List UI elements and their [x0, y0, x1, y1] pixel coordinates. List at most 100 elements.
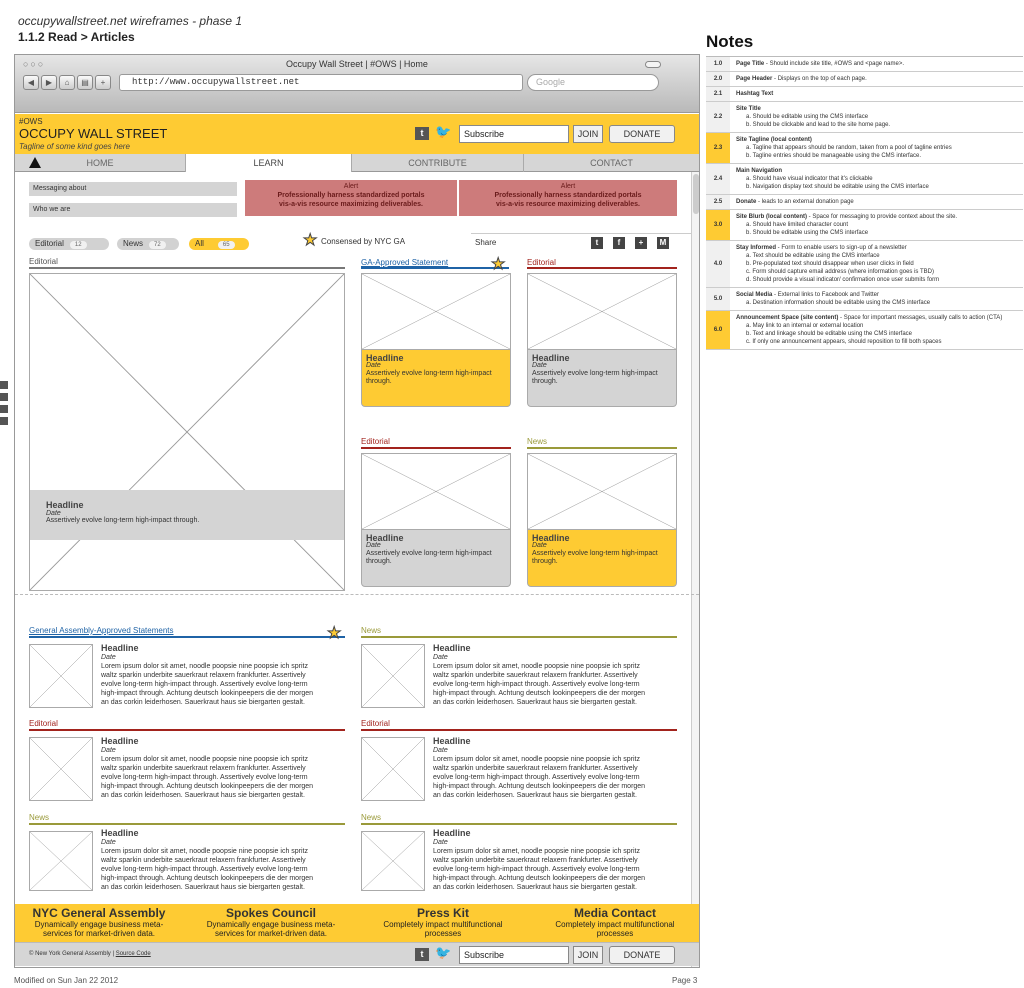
modified-date: Modified on Sun Jan 22 2012	[14, 976, 119, 985]
twitter-bird-icon[interactable]: 🐦	[435, 124, 451, 140]
site-header: #OWS OCCUPY WALL STREET Tagline of some …	[15, 114, 699, 154]
body-line: Lorem ipsum dolor sit amet, noodle poops…	[101, 663, 309, 670]
alert-title: Alert	[560, 183, 576, 190]
delicious-icon[interactable]	[0, 405, 8, 413]
body-line: evolve long-term high-impact through. As…	[101, 866, 308, 873]
image-placeholder[interactable]	[361, 831, 425, 891]
note-desc: - External links to Facebook and Twitter	[772, 292, 879, 298]
footer-subscribe-input[interactable]: Subscribe	[459, 946, 569, 964]
image-placeholder[interactable]	[361, 737, 425, 801]
hashtag: #OWS	[19, 117, 43, 126]
image-placeholder[interactable]	[29, 644, 93, 708]
tumblr-icon[interactable]: t	[415, 127, 429, 140]
list-item[interactable]: Headline Date Lorem ipsum dolor sit amet…	[433, 829, 683, 892]
footer-link-general-assembly[interactable]: NYC General Assembly Dynamically engage b…	[15, 906, 183, 938]
scrollbar-thumb[interactable]	[693, 174, 699, 214]
grid-section-label: Editorial	[527, 258, 556, 267]
address-bar[interactable]: http://www.occupywallstreet.net	[119, 74, 523, 91]
summary: Assertively evolve long-term high-impact…	[366, 550, 492, 565]
page-scrollbar[interactable]	[691, 172, 699, 967]
alert-announcement-1[interactable]: Alert Professionally harness standardize…	[245, 180, 457, 216]
grid-section-label[interactable]: GA-Approved Statement	[361, 258, 448, 267]
note-text: Site Blurb (local content) - Space for m…	[730, 210, 1023, 240]
note-desc: - Space for important messages, usually …	[838, 315, 1003, 321]
image-placeholder[interactable]	[29, 831, 93, 891]
source-code-link[interactable]: Source Code	[116, 951, 151, 957]
nav-contribute[interactable]: CONTRIBUTE	[351, 154, 523, 172]
nav-contact[interactable]: CONTACT	[523, 154, 699, 172]
forward-icon[interactable]: ▶	[41, 75, 57, 90]
grid-article-card[interactable]: Headline Date Assertively evolve long-term…	[527, 453, 677, 587]
main-nav: HOME LEARN CONTRIBUTE CONTACT	[15, 154, 699, 172]
share-delicious-icon[interactable]: +	[635, 237, 647, 249]
twitter-bird-icon[interactable]: 🐦	[435, 945, 451, 961]
footer-link-media-contact[interactable]: Media Contact Completely impact multifunc…	[531, 906, 699, 938]
headline: Headline	[433, 736, 471, 746]
note-desc: - Displays on the top of each page.	[772, 76, 867, 82]
footer-link-spokes-council[interactable]: Spokes Council Dynamically engage busines…	[187, 906, 355, 938]
note-subitem: a. Destination information should be edi…	[746, 300, 931, 306]
note-heading: Site Title	[736, 106, 761, 112]
share-tumblr-icon[interactable]: t	[591, 237, 603, 249]
list-item[interactable]: Headline Date Lorem ipsum dolor sit amet…	[101, 829, 351, 892]
add-bookmark-icon[interactable]: +	[95, 75, 111, 90]
filter-editorial[interactable]: Editorial 12	[29, 238, 109, 250]
site-title[interactable]: OCCUPY WALL STREET	[19, 126, 167, 141]
body-line: waltz sparkin underbite sauerkraut relax…	[101, 857, 306, 864]
list-section-label: News	[361, 813, 382, 822]
list-section-label[interactable]: General Assembly-Approved Statements	[29, 626, 174, 635]
browser-search-input[interactable]: Google	[527, 74, 659, 91]
grid-section-label: News	[527, 437, 548, 446]
footer-join-button[interactable]: JOIN	[573, 946, 603, 964]
footer-desc: processes	[424, 929, 462, 938]
share-facebook-icon[interactable]: f	[613, 237, 625, 249]
section-divider	[361, 447, 511, 449]
section-divider	[361, 636, 677, 638]
note-heading: Announcement Space (site content)	[736, 315, 839, 321]
image-placeholder[interactable]	[29, 737, 93, 801]
grid-article-card[interactable]: Headline Date Assertively evolve long-term…	[361, 273, 511, 407]
body-line: waltz sparkin underbite sauerkraut relax…	[433, 765, 638, 772]
home-icon[interactable]: ⌂	[59, 75, 75, 90]
alert-announcement-2[interactable]: Alert Professionally harness standardize…	[459, 180, 677, 216]
share-mail-icon[interactable]: M	[657, 237, 669, 249]
subscribe-input[interactable]: Subscribe	[459, 125, 569, 143]
footer-desc: services for market-driven data.	[214, 929, 328, 938]
print-icon[interactable]: ▤	[77, 75, 93, 90]
grid-article-card[interactable]: Headline Date Assertively evolve long-term…	[361, 453, 511, 587]
list-item[interactable]: Headline Date Lorem ipsum dolor sit amet…	[433, 644, 683, 707]
section-divider	[527, 447, 677, 449]
footer-donate-button[interactable]: DONATE	[609, 946, 675, 964]
nav-home[interactable]: HOME	[15, 154, 185, 172]
footer-link-press-kit[interactable]: Press Kit Completely impact multifunction…	[359, 906, 527, 938]
toolbar-toggle-button[interactable]	[645, 61, 661, 68]
twitter-icon[interactable]	[0, 381, 8, 389]
list-item[interactable]: Headline Date Lorem ipsum dolor sit amet…	[101, 644, 351, 707]
headline: Headline	[101, 828, 139, 838]
grid-article-card[interactable]: Headline Date Assertively evolve long-term…	[527, 273, 677, 407]
facebook-icon[interactable]	[0, 393, 8, 401]
tumblr-icon[interactable]: t	[415, 948, 429, 961]
section-divider	[361, 729, 677, 731]
note-row: 2.3 Site Tagline (local content) a. Taglin…	[706, 133, 1023, 164]
filter-all[interactable]: All 65	[189, 238, 249, 250]
donate-button[interactable]: DONATE	[609, 125, 675, 143]
filter-news[interactable]: News 72	[117, 238, 179, 250]
featured-article-card[interactable]: Headline Date Assertively evolve long-te…	[29, 273, 345, 591]
note-number: 2.0	[706, 72, 730, 86]
image-placeholder[interactable]	[361, 644, 425, 708]
note-number: 2.5	[706, 195, 730, 209]
join-button[interactable]: JOIN	[573, 125, 603, 143]
body-line: Lorem ipsum dolor sit amet, noodle poops…	[101, 848, 309, 855]
list-item[interactable]: Headline Date Lorem ipsum dolor sit amet…	[101, 737, 351, 800]
note-heading: Stay Informed	[736, 245, 777, 251]
list-item[interactable]: Headline Date Lorem ipsum dolor sit amet…	[433, 737, 683, 800]
note-number: 2.4	[706, 164, 730, 194]
note-subitem: a. Tagline that appears should be random…	[746, 145, 952, 151]
section-divider	[29, 823, 345, 825]
mail-icon[interactable]	[0, 417, 8, 425]
back-icon[interactable]: ◀	[23, 75, 39, 90]
section-divider	[527, 267, 677, 269]
image-placeholder	[362, 454, 510, 530]
nav-learn[interactable]: LEARN	[185, 154, 351, 172]
